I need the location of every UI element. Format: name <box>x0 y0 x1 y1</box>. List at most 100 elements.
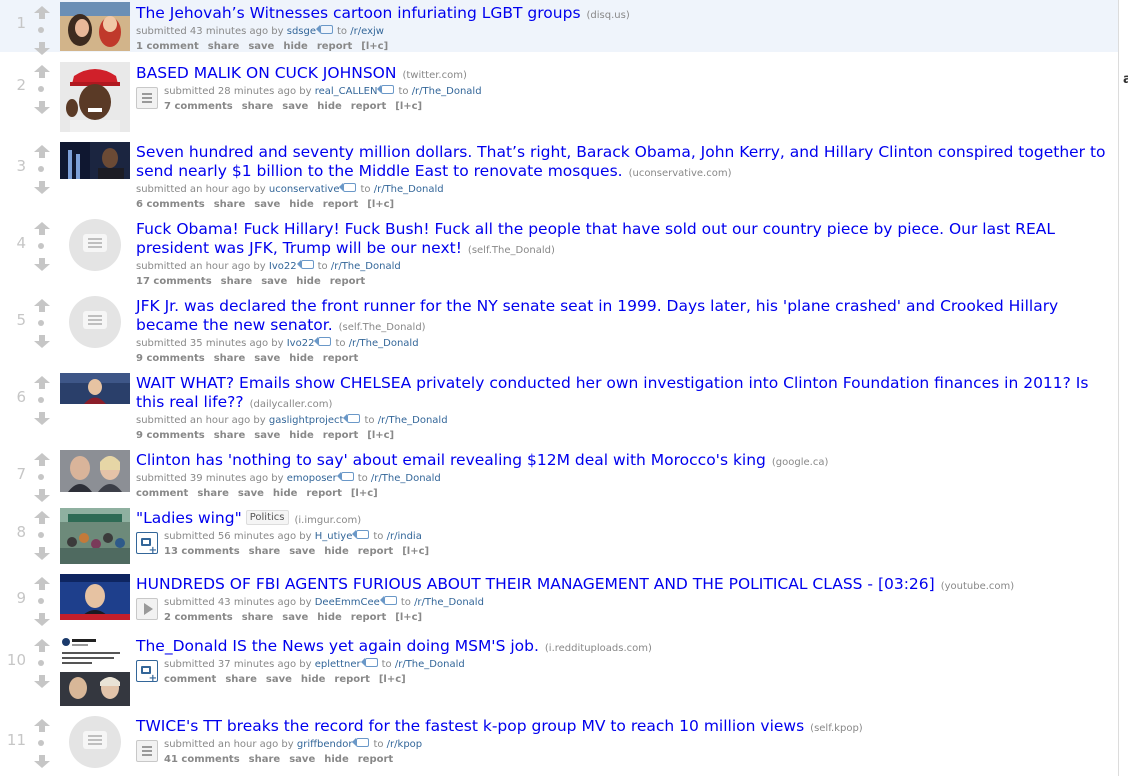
report-button[interactable]: report <box>317 41 352 52</box>
thumbnail[interactable] <box>60 636 130 706</box>
thumbnail[interactable] <box>60 2 130 51</box>
comments-link[interactable]: 2 comments <box>164 612 233 623</box>
post-title-link[interactable]: HUNDREDS OF FBI AGENTS FURIOUS ABOUT THE… <box>136 575 935 593</box>
post-domain[interactable]: (i.reddituploads.com) <box>545 643 652 654</box>
expand-image-icon[interactable] <box>136 532 158 556</box>
expand-self-text-icon[interactable] <box>136 740 158 762</box>
live-comments-link[interactable]: [l+c] <box>379 674 406 685</box>
live-comments-link[interactable]: [l+c] <box>367 199 394 210</box>
hide-button[interactable]: hide <box>273 488 298 499</box>
share-button[interactable]: share <box>214 199 246 210</box>
share-button[interactable]: share <box>221 276 253 287</box>
post-title-link[interactable]: TWICE's TT breaks the record for the fas… <box>136 717 804 735</box>
post-title-link[interactable]: "Ladies wing" <box>136 509 242 527</box>
comments-link[interactable]: comment <box>136 488 188 499</box>
author-link[interactable]: Ivo22 <box>287 338 315 349</box>
share-button[interactable]: share <box>197 488 229 499</box>
upvote-arrow-icon[interactable] <box>34 6 50 19</box>
post-domain[interactable]: (disq.us) <box>587 10 630 21</box>
self-post-thumbnail-icon[interactable] <box>69 716 121 768</box>
upvote-arrow-icon[interactable] <box>34 145 50 158</box>
live-comments-link[interactable]: [l+c] <box>395 612 422 623</box>
subreddit-link[interactable]: /r/india <box>387 531 422 542</box>
live-comments-link[interactable]: [l+c] <box>367 430 394 441</box>
save-button[interactable]: save <box>238 488 264 499</box>
upvote-arrow-icon[interactable] <box>34 577 50 590</box>
comments-link[interactable]: 13 comments <box>164 546 240 557</box>
upvote-arrow-icon[interactable] <box>34 376 50 389</box>
report-button[interactable]: report <box>334 674 369 685</box>
upvote-arrow-icon[interactable] <box>34 65 50 78</box>
thumbnail[interactable] <box>60 373 130 404</box>
save-button[interactable]: save <box>254 353 280 364</box>
live-comments-link[interactable]: [l+c] <box>395 101 422 112</box>
downvote-arrow-icon[interactable] <box>34 675 50 688</box>
author-link[interactable]: gaslightproject <box>269 415 344 426</box>
share-button[interactable]: share <box>249 754 281 765</box>
upvote-arrow-icon[interactable] <box>34 639 50 652</box>
downvote-arrow-icon[interactable] <box>34 335 50 348</box>
author-link[interactable]: Ivo22 <box>269 261 297 272</box>
expand-video-icon[interactable] <box>136 598 158 620</box>
save-button[interactable]: save <box>282 101 308 112</box>
subreddit-link[interactable]: /r/The_Donald <box>371 473 441 484</box>
thumbnail[interactable] <box>60 62 130 132</box>
report-button[interactable]: report <box>351 101 386 112</box>
save-button[interactable]: save <box>289 546 315 557</box>
report-button[interactable]: report <box>330 276 365 287</box>
hide-button[interactable]: hide <box>324 754 349 765</box>
author-link[interactable]: eplettner <box>315 659 361 670</box>
downvote-arrow-icon[interactable] <box>34 613 50 626</box>
report-button[interactable]: report <box>358 546 393 557</box>
report-button[interactable]: report <box>358 754 393 765</box>
hide-button[interactable]: hide <box>289 353 314 364</box>
author-link[interactable]: griffbendor <box>297 739 353 750</box>
save-button[interactable]: save <box>261 276 287 287</box>
post-title-link[interactable]: The Jehovah’s Witnesses cartoon infuriat… <box>136 4 581 22</box>
subreddit-link[interactable]: /r/exjw <box>350 26 384 37</box>
post-title-link[interactable]: The_Donald IS the News yet again doing M… <box>136 637 539 655</box>
thumbnail[interactable] <box>60 508 130 564</box>
post-domain[interactable]: (twitter.com) <box>402 70 466 81</box>
post-domain[interactable]: (dailycaller.com) <box>250 399 333 410</box>
hide-button[interactable]: hide <box>289 199 314 210</box>
comments-link[interactable]: 9 comments <box>136 353 205 364</box>
comments-link[interactable]: 41 comments <box>164 754 240 765</box>
thumbnail[interactable] <box>60 574 130 626</box>
author-link[interactable]: DeeEmmCee <box>315 597 380 608</box>
live-comments-link[interactable]: [l+c] <box>351 488 378 499</box>
comments-link[interactable]: 1 comment <box>136 41 199 52</box>
subreddit-link[interactable]: /r/The_Donald <box>378 415 448 426</box>
share-button[interactable]: share <box>214 353 246 364</box>
post-title-link[interactable]: Seven hundred and seventy million dollar… <box>136 143 1106 180</box>
post-title-link[interactable]: Clinton has 'nothing to say' about email… <box>136 451 766 469</box>
report-button[interactable]: report <box>323 430 358 441</box>
upvote-arrow-icon[interactable] <box>34 511 50 524</box>
expand-self-text-icon[interactable] <box>136 87 158 109</box>
thumbnail[interactable] <box>60 450 130 492</box>
author-link[interactable]: emoposer <box>287 473 337 484</box>
post-domain[interactable]: (youtube.com) <box>941 581 1014 592</box>
hide-button[interactable]: hide <box>317 101 342 112</box>
downvote-arrow-icon[interactable] <box>34 181 50 194</box>
comments-link[interactable]: 17 comments <box>136 276 212 287</box>
author-link[interactable]: uconservative <box>269 184 340 195</box>
comments-link[interactable]: 7 comments <box>164 101 233 112</box>
save-button[interactable]: save <box>254 430 280 441</box>
downvote-arrow-icon[interactable] <box>34 755 50 768</box>
downvote-arrow-icon[interactable] <box>34 547 50 560</box>
hide-button[interactable]: hide <box>289 430 314 441</box>
post-domain[interactable]: (self.The_Donald) <box>468 245 555 256</box>
subreddit-link[interactable]: /r/The_Donald <box>414 597 484 608</box>
upvote-arrow-icon[interactable] <box>34 453 50 466</box>
author-link[interactable]: sdsge <box>287 26 316 37</box>
hide-button[interactable]: hide <box>301 674 326 685</box>
hide-button[interactable]: hide <box>296 276 321 287</box>
report-button[interactable]: report <box>306 488 341 499</box>
post-title-link[interactable]: BASED MALIK ON CUCK JOHNSON <box>136 64 396 82</box>
report-button[interactable]: report <box>351 612 386 623</box>
upvote-arrow-icon[interactable] <box>34 222 50 235</box>
post-domain[interactable]: (self.kpop) <box>810 723 863 734</box>
report-button[interactable]: report <box>323 199 358 210</box>
subreddit-link[interactable]: /r/The_Donald <box>412 86 482 97</box>
